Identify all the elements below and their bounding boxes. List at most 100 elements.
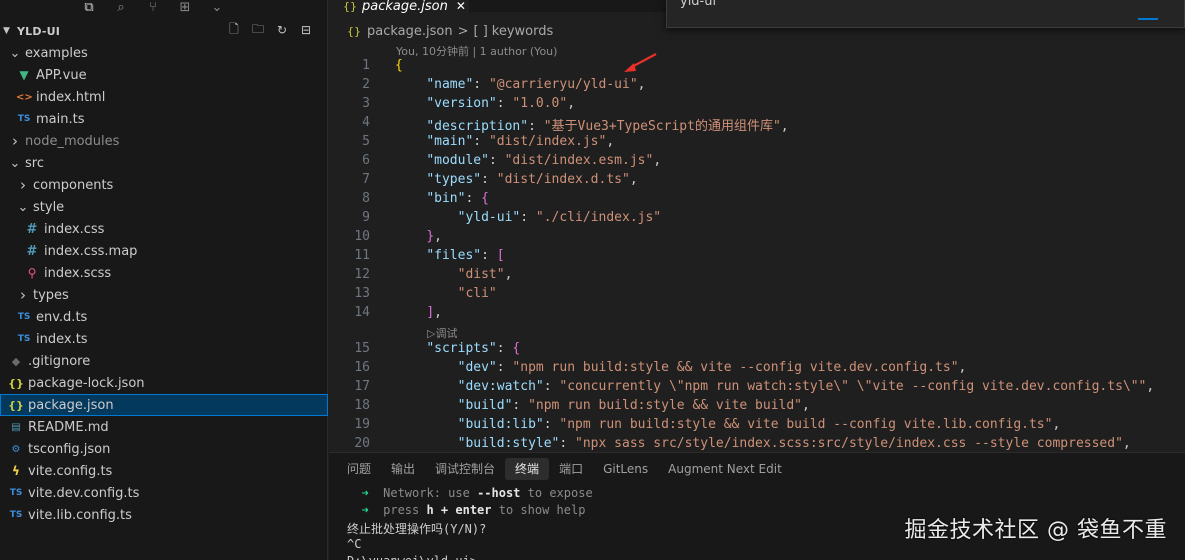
command-palette[interactable]: yld-ui xyxy=(666,0,1185,28)
code-line: 9 "yld-ui": "./cli/index.js" xyxy=(329,210,1185,229)
file-tree-item[interactable]: ◆ .gitignore xyxy=(0,350,328,372)
breadcrumb-symbol[interactable]: keywords xyxy=(492,24,553,39)
codelens-debug-label[interactable]: ▷调试 xyxy=(427,325,457,341)
chevron-right-icon[interactable]: › xyxy=(16,176,30,194)
terminal-token: : use xyxy=(433,486,478,500)
close-icon[interactable]: ✕ xyxy=(456,0,466,12)
chevron-right-icon[interactable]: › xyxy=(8,132,22,150)
code-text: "bin": { xyxy=(395,191,489,206)
chevron-right-icon[interactable]: › xyxy=(16,286,30,304)
code-token: "yld-ui" xyxy=(457,210,521,225)
codelens-debug[interactable]: ▷调试 xyxy=(329,324,1185,341)
new-folder-icon[interactable]: 🗀 xyxy=(250,22,266,38)
panel-tab[interactable]: 端口 xyxy=(549,458,593,480)
file-tree-item[interactable]: ⌄ style xyxy=(0,196,328,218)
panel-tab[interactable]: GitLens xyxy=(593,458,658,480)
code-text: "module": "dist/index.esm.js", xyxy=(395,153,661,168)
code-text: "dev": "npm run build:style && vite --co… xyxy=(395,360,967,375)
activity-bar: ⧉ ⌕ ⑂ ⊞ ⌄ xyxy=(80,0,226,16)
panel-tab[interactable]: 问题 xyxy=(337,458,381,480)
source-control-icon[interactable]: ⑂ xyxy=(144,0,162,15)
json-file-icon: {} xyxy=(8,398,24,412)
breadcrumb: {} package.json > [ ] keywords xyxy=(347,22,553,40)
file-tree-item[interactable]: {} package.json xyxy=(0,394,328,416)
panel-tab[interactable]: Augment Next Edit xyxy=(658,458,792,480)
code-text: "types": "dist/index.d.ts", xyxy=(395,172,637,187)
file-tree-item[interactable]: ⚲ index.scss xyxy=(0,262,328,284)
code-view[interactable]: 1{2 "name": "@carrieryu/yld-ui", 3 "versi… xyxy=(329,58,1185,455)
collapse-all-icon[interactable]: ⊟ xyxy=(298,22,314,38)
panel-tab[interactable]: 调试控制台 xyxy=(425,458,505,480)
panel-tab[interactable]: 终端 xyxy=(505,458,550,480)
code-token: : xyxy=(543,379,560,394)
tab-package-json[interactable]: {} package.json ✕ xyxy=(329,0,469,13)
file-tree-item[interactable]: ⌄ examples xyxy=(0,42,328,64)
html-file-icon: <> xyxy=(16,91,33,103)
line-number: 15 xyxy=(354,341,370,356)
line-number: 9 xyxy=(362,210,370,225)
panel-tabs: 问题 输出 调试控制台 终端 端口 GitLens Augment Next Edit xyxy=(337,458,792,480)
file-tree-item[interactable]: ⌄ src xyxy=(0,152,328,174)
code-token: "version" xyxy=(426,96,497,111)
search-icon[interactable]: ⌕ xyxy=(112,0,130,15)
json-file-icon: {} xyxy=(347,24,361,38)
file-tree-item[interactable]: TS main.ts xyxy=(0,108,328,130)
chevron-down-icon[interactable]: ⌄ xyxy=(208,0,226,15)
file-tree-label: vite.dev.config.ts xyxy=(28,485,140,501)
file-tree-label: components xyxy=(33,177,114,193)
extensions-icon[interactable]: ⊞ xyxy=(176,0,194,15)
file-tree-item[interactable]: <> index.html xyxy=(0,86,328,108)
terminal-token: press xyxy=(383,503,427,517)
terminal-output[interactable]: ➜ Network: use --host to expose ➜ press … xyxy=(347,486,593,560)
code-token: [ xyxy=(496,248,505,263)
files-icon[interactable]: ⧉ xyxy=(80,0,98,15)
chevron-down-icon[interactable]: ⌄ xyxy=(8,156,22,171)
file-tree-item[interactable]: › components xyxy=(0,174,328,196)
file-tree-item[interactable]: {} package-lock.json xyxy=(0,372,328,394)
code-token: "bin" xyxy=(426,191,466,206)
file-tree-item[interactable]: ⚙ tsconfig.json xyxy=(0,438,328,460)
file-tree-item[interactable]: TS vite.dev.config.ts xyxy=(0,482,328,504)
breadcrumb-file[interactable]: package.json xyxy=(367,24,453,39)
file-tree-label: vite.config.ts xyxy=(28,463,113,479)
panel-tab[interactable]: 输出 xyxy=(381,458,425,480)
chevron-down-icon[interactable]: ⌄ xyxy=(8,46,22,61)
code-token: : xyxy=(520,210,536,225)
new-file-icon[interactable]: 🗋 xyxy=(226,22,242,38)
vue-file-icon: ▼ xyxy=(19,68,29,82)
code-line: 18 "build": "npm run build:style && vite… xyxy=(329,398,1185,417)
code-token: : xyxy=(528,119,544,134)
file-tree-item[interactable]: TS vite.lib.config.ts xyxy=(0,504,328,526)
file-tree-item[interactable]: ▤ README.md xyxy=(0,416,328,438)
explorer-root-header[interactable]: ▼ YLD-UI 🗋 🗀 ↻ ⊟ xyxy=(0,20,328,42)
chevron-down-icon[interactable]: ⌄ xyxy=(16,200,30,215)
file-tree-item[interactable]: TS index.ts xyxy=(0,328,328,350)
codelens-blame[interactable]: You, 10分钟前 | 1 author (You) xyxy=(396,43,557,59)
code-token: "build:lib" xyxy=(457,417,544,432)
code-text: "build:style": "npx sass src/style/index… xyxy=(395,436,1131,451)
file-tree-label: node_modules xyxy=(25,133,120,149)
file-tree-item[interactable]: # index.css xyxy=(0,218,328,240)
code-text: "dist", xyxy=(395,267,513,282)
code-token: "基于Vue3+TypeScript的通用组件库" xyxy=(543,119,781,134)
file-tree-label: env.d.ts xyxy=(36,309,88,325)
file-tree-item[interactable]: # index.css.map xyxy=(0,240,328,262)
file-tree-item[interactable]: › types xyxy=(0,284,328,306)
code-token: "description" xyxy=(426,119,529,134)
line-number: 5 xyxy=(362,134,370,149)
line-number: 7 xyxy=(362,172,370,187)
refresh-icon[interactable]: ↻ xyxy=(274,22,290,38)
code-token: "npm run build:style && vite build --con… xyxy=(559,417,1053,432)
code-line: 19 "build:lib": "npm run build:style && … xyxy=(329,417,1185,436)
command-input[interactable]: yld-ui xyxy=(680,0,716,9)
line-number: 1 xyxy=(362,58,370,73)
file-tree-item[interactable]: ▼ APP.vue xyxy=(0,64,328,86)
file-tree-item[interactable]: ϟ vite.config.ts xyxy=(0,460,328,482)
file-tree-item[interactable]: › node_modules xyxy=(0,130,328,152)
code-text: "version": "1.0.0", xyxy=(395,96,575,111)
file-tree-item[interactable]: TS env.d.ts xyxy=(0,306,328,328)
